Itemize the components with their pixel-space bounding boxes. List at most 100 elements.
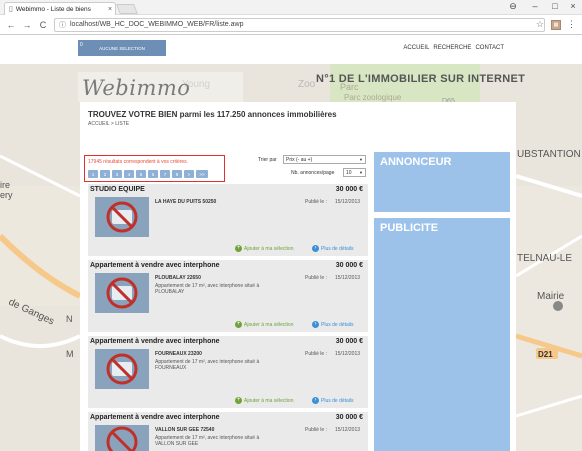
advertiser-title: ANNONCEUR — [380, 156, 452, 168]
advertiser-panel: ANNONCEUR — [374, 152, 510, 212]
sort-value: Prix (- au +) — [286, 156, 313, 163]
page-button[interactable]: 7 — [160, 170, 170, 178]
more-details-label: Plus de détails — [321, 397, 354, 404]
page-button[interactable]: 3 — [112, 170, 122, 178]
forward-icon[interactable]: → — [22, 20, 32, 30]
no-photo-icon[interactable] — [95, 197, 149, 237]
site-header: 0 AUCUNE SELECTION ACCUEIL RECHERCHE CON… — [0, 36, 582, 64]
top-nav: ACCUEIL RECHERCHE CONTACT — [403, 45, 504, 51]
listing-card[interactable]: Appartement à vendre avec interphone 30 … — [88, 336, 368, 408]
plus-icon: + — [235, 397, 242, 404]
listing-title[interactable]: Appartement à vendre avec interphone — [90, 262, 220, 269]
page-button[interactable]: 4 — [124, 170, 134, 178]
more-details-button[interactable]: › Plus de détails — [312, 245, 354, 252]
perpage-label: Nb. annonces/page — [291, 170, 335, 176]
more-details-label: Plus de détails — [321, 245, 354, 252]
last-page-button[interactable]: >> — [196, 170, 208, 178]
maximize-button[interactable]: □ — [548, 1, 562, 11]
published-label: Publié le : — [305, 199, 327, 205]
arrow-right-icon: › — [312, 397, 319, 404]
listing-price: 30 000 € — [335, 262, 363, 269]
published-date: 15/12/2013 — [335, 199, 361, 205]
listing-card[interactable]: Appartement à vendre avec interphone 30 … — [88, 412, 368, 451]
listing-city: FOURNEAUX 23200 — [155, 351, 202, 357]
browser-tab[interactable]: ▯ Webimmo - Liste de biens × — [4, 2, 116, 15]
url-text[interactable]: localhost/WB_HC_DOC_WEBIMMO_WEB/FR/liste… — [70, 21, 243, 28]
add-to-selection-button[interactable]: + Ajouter à ma sélection — [235, 245, 293, 252]
add-to-selection-button[interactable]: + Ajouter à ma sélection — [235, 321, 293, 328]
reload-icon[interactable]: C — [38, 20, 48, 30]
map-label: D21 — [538, 350, 553, 359]
listing-card[interactable]: Appartement à vendre avec interphone 30 … — [88, 260, 368, 332]
address-bar[interactable]: ⓘ localhost/WB_HC_DOC_WEBIMMO_WEB/FR/lis… — [54, 17, 545, 32]
page-button[interactable]: 1 — [88, 170, 98, 178]
back-icon[interactable]: ← — [6, 20, 16, 30]
tab-close-icon[interactable]: × — [105, 6, 115, 13]
advertising-title: PUBLICITE — [380, 222, 439, 234]
minimize-button[interactable]: – — [528, 1, 542, 11]
page-icon: ▯ — [9, 6, 13, 13]
site-logo[interactable]: Webimmo — [82, 76, 190, 100]
sort-select[interactable]: Prix (- au +) ▼ — [283, 155, 366, 164]
main-content: TROUVEZ VOTRE BIEN parmi les 117.250 ann… — [80, 102, 516, 451]
pagination: 1 2 3 4 5 6 7 8 > >> — [88, 170, 208, 178]
nav-recherche[interactable]: RECHERCHE — [433, 45, 471, 51]
perpage-value: 10 — [346, 169, 352, 176]
page-button[interactable]: 2 — [100, 170, 110, 178]
map-label: Zoo — [298, 79, 316, 90]
site-tagline: N°1 DE L'IMMOBILIER SUR INTERNET — [316, 73, 526, 85]
plus-icon: + — [235, 321, 242, 328]
add-to-selection-label: Ajouter à ma sélection — [244, 245, 294, 252]
next-page-button[interactable]: > — [184, 170, 194, 178]
selection-button[interactable]: 0 AUCUNE SELECTION — [78, 40, 166, 56]
profile-icon[interactable]: ⊖ — [506, 1, 520, 12]
page-button[interactable]: 5 — [136, 170, 146, 178]
add-to-selection-label: Ajouter à ma sélection — [244, 397, 294, 404]
page-button[interactable]: 6 — [148, 170, 158, 178]
arrow-right-icon: › — [312, 321, 319, 328]
no-photo-icon[interactable] — [95, 273, 149, 313]
listing-title[interactable]: STUDIO EQUIPE — [90, 186, 145, 193]
new-tab-button[interactable] — [116, 4, 138, 14]
listing-city: LA HAYE DU PUITS 50250 — [155, 199, 217, 205]
tab-title: Webimmo - Liste de biens — [15, 5, 91, 13]
nav-contact[interactable]: CONTACT — [475, 45, 504, 51]
more-details-button[interactable]: › Plus de détails — [312, 397, 354, 404]
extension-icon[interactable]: ▦ — [551, 19, 561, 30]
map-label: UBSTANTION — [517, 149, 581, 160]
no-photo-icon[interactable] — [95, 425, 149, 451]
results-count: 17945 résultats correspondent à vos crit… — [88, 159, 189, 165]
dropdown-arrow-icon: ▼ — [359, 170, 363, 175]
add-to-selection-label: Ajouter à ma sélection — [244, 321, 294, 328]
listing-card[interactable]: STUDIO EQUIPE 30 000 € LA HAYE DU PUITS … — [88, 184, 368, 256]
page-button[interactable]: 8 — [172, 170, 182, 178]
browser-titlebar: ▯ Webimmo - Liste de biens × ⊖ – □ × — [0, 0, 582, 15]
dropdown-arrow-icon: ▼ — [359, 157, 363, 162]
listing-description: Appartement de 17 m², avec interphone si… — [155, 435, 260, 447]
perpage-select[interactable]: 10 ▼ — [343, 168, 366, 177]
listing-price: 30 000 € — [335, 186, 363, 193]
map-label: Parc zoologique — [344, 93, 402, 102]
plus-icon: + — [235, 245, 242, 252]
add-to-selection-button[interactable]: + Ajouter à ma sélection — [235, 397, 293, 404]
info-icon[interactable]: ⓘ — [59, 20, 66, 30]
selection-count: 0 — [80, 42, 83, 48]
listing-title[interactable]: Appartement à vendre avec interphone — [90, 414, 220, 421]
selection-label: AUCUNE SELECTION — [99, 45, 145, 51]
more-details-label: Plus de détails — [321, 321, 354, 328]
nav-accueil[interactable]: ACCUEIL — [403, 45, 429, 51]
no-photo-icon[interactable] — [95, 349, 149, 389]
published-label: Publié le : — [305, 351, 327, 357]
more-details-button[interactable]: › Plus de détails — [312, 321, 354, 328]
published-date: 15/12/2013 — [335, 275, 361, 281]
close-window-button[interactable]: × — [566, 1, 580, 11]
map-label: ery — [0, 190, 13, 200]
listing-title[interactable]: Appartement à vendre avec interphone — [90, 338, 220, 345]
breadcrumb-current: LISTE — [111, 121, 129, 127]
listing-city: PLOUBALAY 22650 — [155, 275, 201, 281]
browser-menu-icon[interactable]: ⋮ — [567, 19, 576, 30]
breadcrumb-home[interactable]: ACCUEIL — [88, 121, 110, 127]
bookmark-star-icon[interactable]: ☆ — [536, 19, 544, 30]
listing-price: 30 000 € — [335, 338, 363, 345]
page-title: TROUVEZ VOTRE BIEN parmi les 117.250 ann… — [88, 110, 337, 119]
